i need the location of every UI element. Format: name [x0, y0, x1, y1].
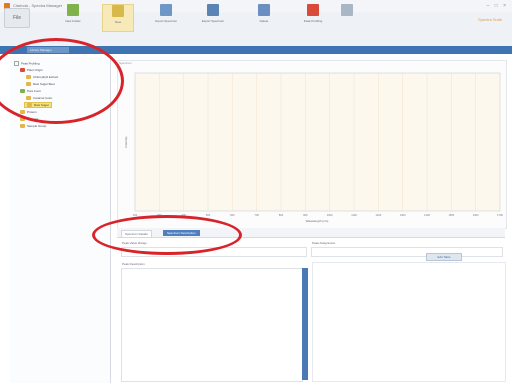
plot-area — [134, 72, 501, 212]
edit-table-button[interactable]: Edit Table — [426, 253, 462, 261]
x-tick-label: 1500 — [448, 213, 454, 217]
export-spectrum-button[interactable]: Export Spectrum — [190, 4, 236, 30]
description-scrollbar[interactable] — [302, 268, 308, 380]
delete-label: Delete — [259, 19, 269, 23]
import-icon — [160, 4, 172, 16]
brand-logo-text: Spectra Suite — [477, 17, 502, 22]
new-folder-label: New Folder — [65, 19, 81, 23]
new-folder-button[interactable]: New Folder — [52, 4, 94, 30]
settings-icon — [341, 4, 353, 16]
peak-profiling-icon — [307, 4, 319, 16]
x-tick-label: 1100 — [351, 213, 357, 217]
x-tick-label: 900 — [303, 213, 308, 217]
x-tick-label: 1600 — [473, 213, 479, 217]
x-tick-label: 500 — [206, 213, 211, 217]
new-file-icon — [112, 5, 124, 17]
peak-description-textarea[interactable] — [121, 268, 303, 382]
delete-icon — [258, 4, 270, 16]
annotation-circle-tabs — [92, 215, 242, 255]
window-controls[interactable]: – □ × — [487, 3, 509, 9]
export-spectrum-label: Export Spectrum — [201, 19, 225, 23]
details-right-panel — [312, 262, 506, 382]
peak-description-label: Peak Description — [122, 262, 145, 266]
new-label: New — [114, 20, 121, 24]
chart-panel-header: Spectrum — [119, 61, 132, 65]
peak-profiling-label: Peak Profiling — [303, 19, 323, 23]
x-tick-label: 1200 — [375, 213, 381, 217]
x-axis-label: Wavelength (nm) — [306, 219, 329, 223]
tree-item-label: Sample Group — [27, 124, 47, 128]
x-tick-label: 700 — [255, 213, 260, 217]
tree-item-sample-group[interactable]: Sample Group — [20, 124, 47, 129]
export-icon — [207, 4, 219, 16]
import-spectrum-label: Import Spectrum — [154, 19, 178, 23]
x-tick-label: 1000 — [327, 213, 333, 217]
folder-add-icon — [67, 4, 79, 16]
new-button[interactable]: New — [102, 4, 134, 32]
file-menu-button[interactable]: File — [4, 8, 30, 28]
x-tick-label: 1700 — [497, 213, 503, 217]
delete-button[interactable]: Delete — [246, 4, 282, 30]
x-tick-label: 600 — [230, 213, 235, 217]
x-tick-label: 1300 — [400, 213, 406, 217]
peak-profiling-button[interactable]: Peak Profiling — [288, 4, 338, 30]
y-axis-label: Intensity — [124, 136, 128, 148]
import-spectrum-button[interactable]: Import Spectrum — [144, 4, 188, 30]
peak-assignment-label: Peak Assignment — [312, 241, 336, 245]
peak-assignment-field[interactable] — [311, 247, 503, 257]
x-tick-label: 800 — [279, 213, 284, 217]
extra-tool-button[interactable] — [340, 4, 354, 30]
folder-icon — [20, 124, 25, 129]
x-tick-label: 1400 — [424, 213, 430, 217]
spectrum-chart[interactable]: 200 300 400 500 600 700 800 900 1000 1100 1200 1300… — [120, 67, 504, 225]
